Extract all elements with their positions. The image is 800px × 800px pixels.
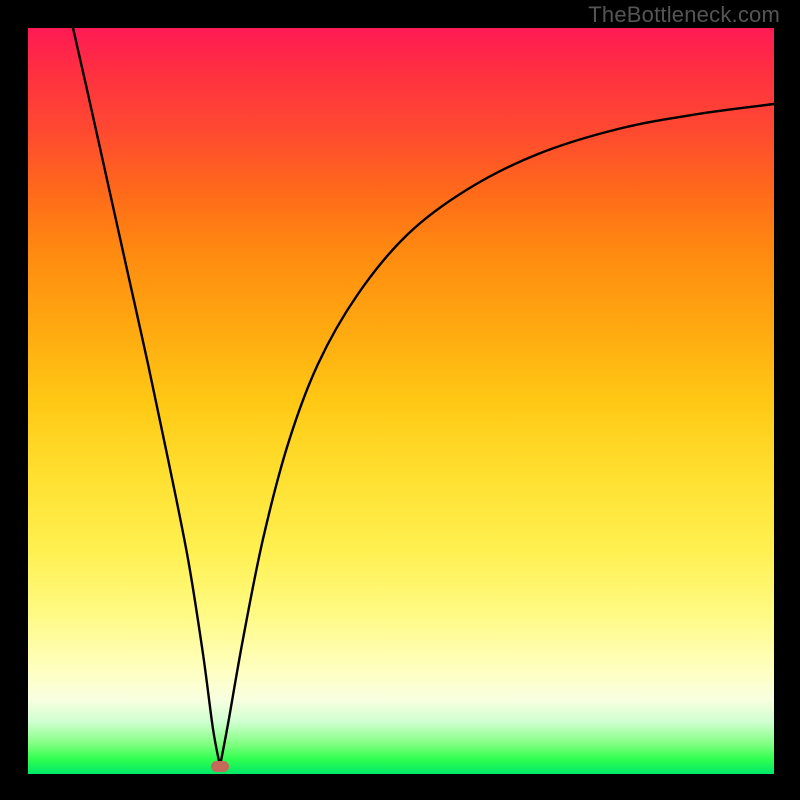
curve-left-branch [73,28,220,766]
chart-plot-area [28,28,774,774]
curve-svg [28,28,774,774]
minimum-marker [211,761,229,772]
watermark-text: TheBottleneck.com [588,2,780,28]
curve-right-branch [220,104,774,766]
